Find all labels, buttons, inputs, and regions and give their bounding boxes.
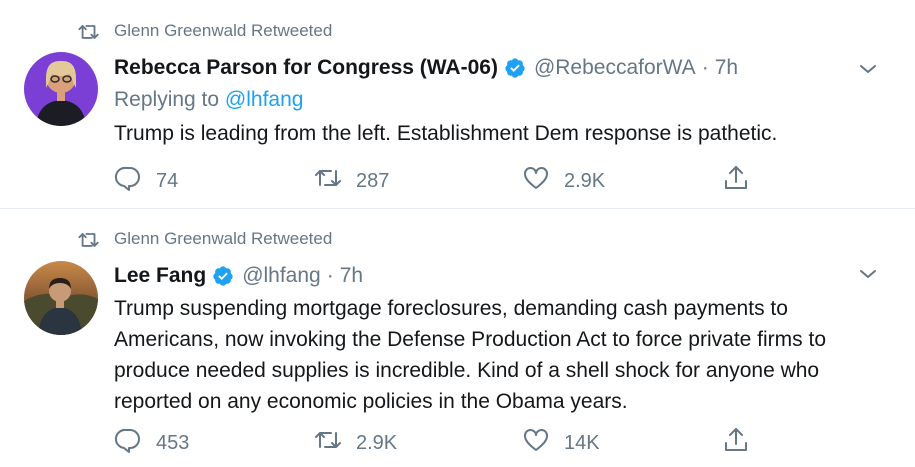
chevron-down-icon[interactable] — [859, 62, 877, 74]
timestamp[interactable]: 7h — [715, 54, 738, 82]
avatar[interactable] — [24, 52, 98, 126]
heart-icon — [522, 164, 550, 198]
like-button[interactable]: 2.9K — [522, 164, 605, 198]
replying-to-label: Replying to — [114, 88, 220, 111]
share-icon — [722, 426, 750, 460]
retweet-icon — [314, 164, 342, 198]
retweet-icon — [78, 22, 100, 40]
tweet-content: Rebecca Parson for Congress (WA-06) @Reb… — [114, 54, 885, 149]
replying-to-mention[interactable]: @lhfang — [225, 88, 304, 111]
share-button[interactable] — [722, 164, 750, 198]
share-icon — [722, 164, 750, 198]
tweet-actions: 453 2.9K 14K — [114, 426, 764, 456]
reply-icon — [114, 164, 142, 198]
share-button[interactable] — [722, 426, 750, 460]
verified-badge-icon — [212, 265, 234, 287]
reply-count: 74 — [156, 169, 179, 192]
separator: · — [701, 56, 709, 79]
replying-to: Replying to @lhfang — [114, 85, 885, 115]
verified-badge-icon — [504, 57, 526, 79]
author-handle[interactable]: @lhfang — [242, 262, 321, 290]
tweet-text: Trump is leading from the left. Establis… — [114, 122, 778, 145]
retweeted-by-row: Glenn Greenwald Retweeted — [78, 21, 332, 41]
retweet-icon — [78, 230, 100, 248]
tweet-header: Lee Fang @lhfang · 7h — [114, 262, 885, 290]
chevron-down-icon[interactable] — [859, 267, 877, 279]
avatar[interactable] — [24, 261, 98, 335]
retweet-icon — [314, 426, 342, 460]
tweet[interactable]: Glenn Greenwald Retweeted Lee Fang @lhfa… — [0, 209, 915, 467]
tweet-text: Trump suspending mortgage foreclosures, … — [114, 297, 827, 413]
like-button[interactable]: 14K — [522, 426, 600, 460]
like-count: 2.9K — [564, 169, 606, 192]
reply-button[interactable]: 453 — [114, 426, 189, 460]
timestamp[interactable]: 7h — [340, 262, 363, 290]
retweeted-by-label[interactable]: Glenn Greenwald Retweeted — [114, 21, 332, 41]
retweeted-by-label[interactable]: Glenn Greenwald Retweeted — [114, 229, 332, 249]
retweet-button[interactable]: 2.9K — [314, 426, 397, 460]
author-handle[interactable]: @RebeccaforWA — [534, 54, 696, 82]
reply-count: 453 — [156, 431, 190, 454]
retweet-count: 287 — [356, 169, 390, 192]
reply-button[interactable]: 74 — [114, 164, 178, 198]
retweeted-by-row: Glenn Greenwald Retweeted — [78, 229, 332, 249]
author-name[interactable]: Lee Fang — [114, 262, 206, 290]
like-count: 14K — [564, 431, 600, 454]
author-name[interactable]: Rebecca Parson for Congress (WA-06) — [114, 54, 498, 82]
tweet[interactable]: Glenn Greenwald Retweeted Rebecca Parson… — [0, 0, 915, 209]
tweet-content: Lee Fang @lhfang · 7h Trump suspending m… — [114, 262, 885, 417]
tweet-actions: 74 287 2.9K — [114, 164, 764, 194]
retweet-button[interactable]: 287 — [314, 164, 389, 198]
retweet-count: 2.9K — [356, 431, 398, 454]
tweet-header: Rebecca Parson for Congress (WA-06) @Reb… — [114, 54, 885, 82]
heart-icon — [522, 426, 550, 460]
separator: · — [326, 264, 334, 287]
reply-icon — [114, 426, 142, 460]
